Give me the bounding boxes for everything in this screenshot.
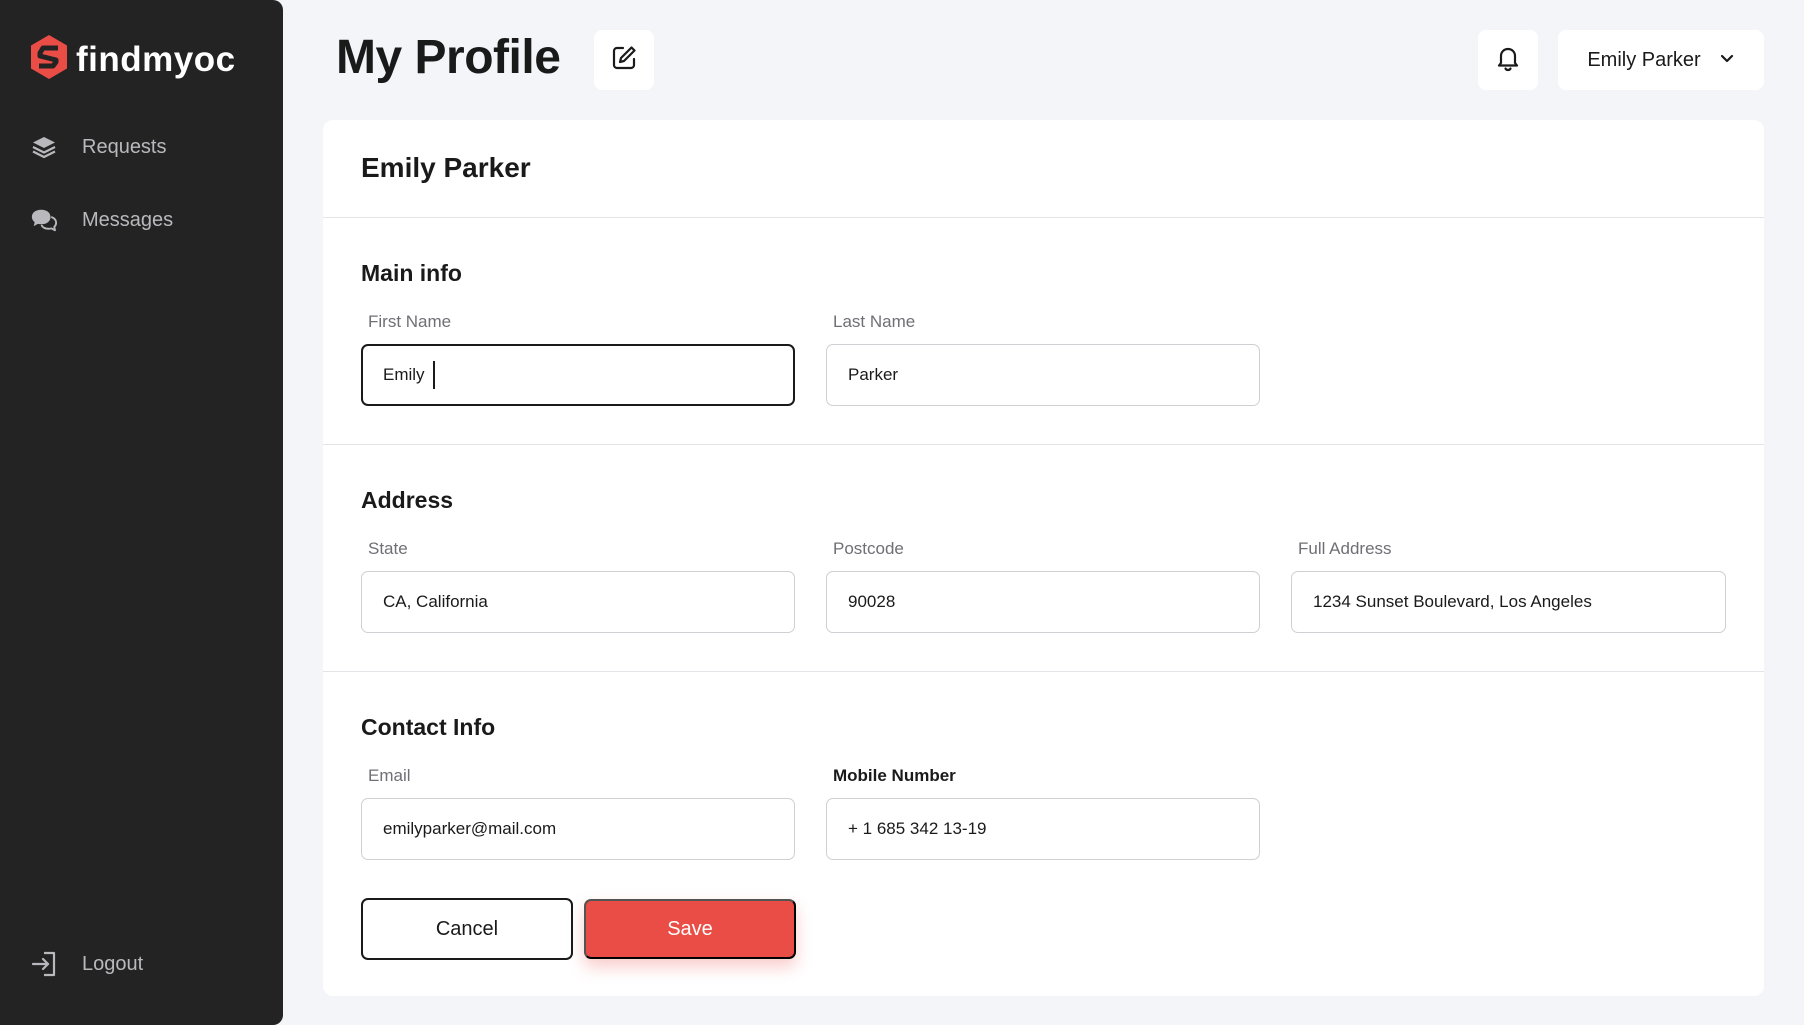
last-name-label: Last Name — [833, 312, 916, 331]
mobile-number-input[interactable]: + 1 685 342 13-19 — [826, 798, 1260, 860]
edit-icon — [609, 43, 639, 78]
full-address-value: 1234 Sunset Boulevard, Los Angeles — [1313, 592, 1592, 611]
divider — [323, 444, 1764, 445]
findmyoc-logo-icon — [30, 34, 68, 85]
last-name-value: Parker — [848, 365, 899, 384]
page-title: My Profile — [336, 31, 561, 84]
chat-bubbles-icon — [30, 206, 58, 234]
state-value: CA, California — [383, 592, 488, 611]
section-title-address: Address — [361, 487, 454, 513]
last-name-input[interactable]: Parker — [826, 344, 1260, 406]
user-name: Emily Parker — [1587, 48, 1701, 71]
sidebar-item-requests[interactable]: Requests — [30, 133, 167, 161]
sidebar-item-messages[interactable]: Messages — [30, 206, 173, 234]
first-name-value: Emily — [383, 365, 425, 384]
chevron-down-icon — [1719, 49, 1735, 72]
postcode-input[interactable]: 90028 — [826, 571, 1260, 633]
logout-label: Logout — [82, 952, 144, 975]
state-input[interactable]: CA, California — [361, 571, 795, 633]
cancel-button[interactable]: Cancel — [361, 898, 573, 960]
profile-name-heading: Emily Parker — [361, 152, 531, 183]
bell-icon — [1493, 43, 1523, 78]
section-title-contact-info: Contact Info — [361, 714, 496, 740]
brand-name: findmyoc — [76, 39, 236, 79]
postcode-label: Postcode — [833, 539, 904, 558]
edit-profile-button[interactable] — [594, 30, 654, 90]
sidebar-item-label: Messages — [82, 208, 174, 231]
logout-button[interactable]: Logout — [30, 950, 143, 978]
logout-icon — [30, 950, 58, 978]
notifications-button[interactable] — [1478, 30, 1538, 90]
mobile-number-value: + 1 685 342 13-19 — [848, 819, 987, 838]
full-address-label: Full Address — [1298, 539, 1392, 558]
state-label: State — [368, 539, 408, 558]
sidebar: findmyoc Requests Messages Logout — [0, 0, 283, 1025]
divider — [323, 217, 1764, 218]
email-label: Email — [368, 766, 411, 785]
email-input[interactable]: emilyparker@mail.com — [361, 798, 795, 860]
mobile-number-label: Mobile Number — [833, 766, 956, 785]
email-value: emilyparker@mail.com — [383, 819, 557, 838]
postcode-value: 90028 — [848, 592, 896, 611]
brand-logo[interactable]: findmyoc — [30, 34, 236, 85]
profile-card: Emily Parker Main info First Name Emily … — [323, 120, 1764, 996]
text-caret — [432, 361, 435, 389]
sidebar-item-label: Requests — [82, 135, 167, 158]
user-menu-dropdown[interactable]: Emily Parker — [1558, 30, 1764, 90]
section-title-main-info: Main info — [361, 260, 462, 286]
layers-icon — [30, 133, 58, 161]
full-address-input[interactable]: 1234 Sunset Boulevard, Los Angeles — [1291, 571, 1726, 633]
first-name-label: First Name — [368, 312, 452, 331]
divider — [323, 671, 1764, 672]
save-button[interactable]: Save — [584, 899, 796, 959]
first-name-input[interactable]: Emily — [361, 344, 795, 406]
